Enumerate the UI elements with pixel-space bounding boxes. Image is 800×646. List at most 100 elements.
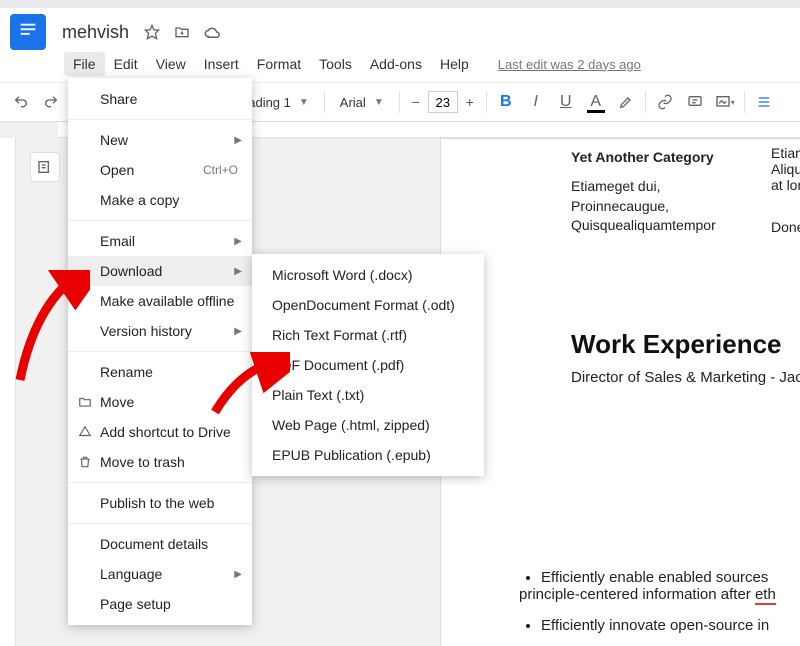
list-item: Efficiently enable enabled sources princ… — [541, 569, 776, 603]
outline-toggle-button[interactable] — [30, 152, 60, 182]
text-run: principle-centered information after — [519, 586, 755, 603]
doc-header: mehvish — [0, 8, 800, 52]
text-color-button[interactable]: A — [583, 89, 609, 115]
folder-move-icon — [76, 395, 94, 409]
font-size-decrease[interactable]: − — [406, 91, 426, 113]
menu-item-shortcut: Ctrl+O — [203, 163, 238, 177]
submenu-arrow-icon: ▶ — [234, 569, 242, 580]
menu-item-label: Move — [100, 394, 134, 410]
insert-link-button[interactable] — [652, 89, 678, 115]
menu-item-rename[interactable]: Rename — [68, 357, 252, 387]
last-edit-link[interactable]: Last edit was 2 days ago — [498, 57, 641, 72]
document-page[interactable]: Yet Another Category Etiameget dui, Proi… — [440, 138, 800, 646]
menu-item-doc-details[interactable]: Document details — [68, 529, 252, 559]
cloud-status-icon[interactable] — [203, 23, 221, 41]
document-title[interactable]: mehvish — [62, 22, 129, 43]
menu-item-move-trash[interactable]: Move to trash — [68, 447, 252, 477]
download-html[interactable]: Web Page (.html, zipped) — [252, 410, 484, 440]
file-menu-dropdown: Share New ▶ Open Ctrl+O Make a copy Email ▶… — [68, 78, 252, 625]
bold-button[interactable]: B — [493, 89, 519, 115]
font-size-increase[interactable]: + — [460, 91, 480, 113]
menu-item-label: Version history — [100, 323, 192, 339]
menu-file[interactable]: File — [64, 52, 105, 76]
move-folder-icon[interactable] — [173, 23, 191, 41]
menu-item-label: Open — [100, 162, 134, 178]
text-fragment: Donecl — [771, 219, 800, 235]
menu-item-label: Add shortcut to Drive — [100, 424, 231, 440]
separator — [324, 91, 325, 113]
list-item: Efficiently innovate open-source in — [541, 617, 776, 634]
font-size-control: − 23 + — [406, 91, 480, 113]
separator — [645, 91, 646, 113]
menu-help[interactable]: Help — [431, 52, 478, 76]
chevron-down-icon: ▼ — [374, 97, 384, 108]
italic-button[interactable]: I — [523, 89, 549, 115]
menu-tools[interactable]: Tools — [310, 52, 361, 76]
menu-item-publish[interactable]: Publish to the web — [68, 488, 252, 518]
menu-addons[interactable]: Add-ons — [361, 52, 431, 76]
font-size-input[interactable]: 23 — [428, 91, 458, 113]
section-subheading: Director of Sales & Marketing - Jackso — [571, 369, 800, 386]
menu-item-make-copy[interactable]: Make a copy — [68, 185, 252, 215]
menu-item-language[interactable]: Language ▶ — [68, 559, 252, 589]
menu-item-download[interactable]: Download ▶ — [68, 256, 252, 286]
menu-item-share[interactable]: Share — [68, 84, 252, 114]
font-select[interactable]: Arial ▼ — [331, 89, 393, 115]
undo-button[interactable] — [8, 89, 34, 115]
insert-image-button[interactable]: ▾ — [712, 89, 738, 115]
menu-item-page-setup[interactable]: Page setup — [68, 589, 252, 619]
underline-button[interactable]: U — [553, 89, 579, 115]
menu-edit[interactable]: Edit — [105, 52, 147, 76]
download-txt[interactable]: Plain Text (.txt) — [252, 380, 484, 410]
section-heading: Work Experience — [571, 329, 782, 360]
text-fragment: Aliquan — [771, 161, 800, 177]
download-odt[interactable]: OpenDocument Format (.odt) — [252, 290, 484, 320]
download-docx[interactable]: Microsoft Word (.docx) — [252, 260, 484, 290]
submenu-arrow-icon: ▶ — [234, 326, 242, 337]
text-fragment: at loren — [771, 177, 800, 193]
menu-format[interactable]: Format — [248, 52, 310, 76]
text-fragment: Etiame — [771, 145, 800, 161]
separator — [399, 91, 400, 113]
menu-item-email[interactable]: Email ▶ — [68, 226, 252, 256]
menu-item-label: Email — [100, 233, 135, 249]
spelling-error-run: eth — [755, 586, 776, 605]
text-run: Efficiently enable enabled sources — [541, 569, 768, 586]
insert-comment-button[interactable] — [682, 89, 708, 115]
menu-item-add-shortcut[interactable]: Add shortcut to Drive — [68, 417, 252, 447]
docs-logo-icon[interactable] — [10, 14, 46, 50]
menu-item-label: Download — [100, 263, 162, 279]
redo-button[interactable] — [38, 89, 64, 115]
menu-item-new[interactable]: New ▶ — [68, 125, 252, 155]
trash-icon — [76, 455, 94, 469]
menu-item-label: Move to trash — [100, 454, 185, 470]
align-button[interactable] — [751, 89, 777, 115]
star-icon[interactable] — [143, 23, 161, 41]
menu-item-make-offline[interactable]: Make available offline — [68, 286, 252, 316]
chevron-down-icon: ▼ — [299, 97, 309, 108]
download-rtf[interactable]: Rich Text Format (.rtf) — [252, 320, 484, 350]
menu-item-move[interactable]: Move — [68, 387, 252, 417]
download-submenu: Microsoft Word (.docx) OpenDocument Form… — [252, 254, 484, 476]
drive-shortcut-icon — [76, 425, 94, 439]
menu-insert[interactable]: Insert — [195, 52, 248, 76]
menu-view[interactable]: View — [147, 52, 195, 76]
category-body: Etiameget dui, Proinnecaugue, Quisqueali… — [571, 177, 761, 236]
bullet-list: Efficiently enable enabled sources princ… — [541, 569, 776, 646]
submenu-arrow-icon: ▶ — [234, 135, 242, 146]
menu-item-version-history[interactable]: Version history ▶ — [68, 316, 252, 346]
menu-item-label: New — [100, 132, 128, 148]
submenu-arrow-icon: ▶ — [234, 236, 242, 247]
font-label: Arial — [340, 95, 366, 110]
window-titlebar — [0, 0, 800, 8]
download-pdf[interactable]: PDF Document (.pdf) — [252, 350, 484, 380]
menu-item-open[interactable]: Open Ctrl+O — [68, 155, 252, 185]
category-heading: Yet Another Category — [571, 149, 761, 165]
separator — [486, 91, 487, 113]
submenu-arrow-icon: ▶ — [234, 266, 242, 277]
menu-item-label: Language — [100, 566, 162, 582]
vertical-ruler[interactable] — [0, 138, 16, 646]
separator — [744, 91, 745, 113]
highlight-button[interactable] — [613, 89, 639, 115]
download-epub[interactable]: EPUB Publication (.epub) — [252, 440, 484, 470]
